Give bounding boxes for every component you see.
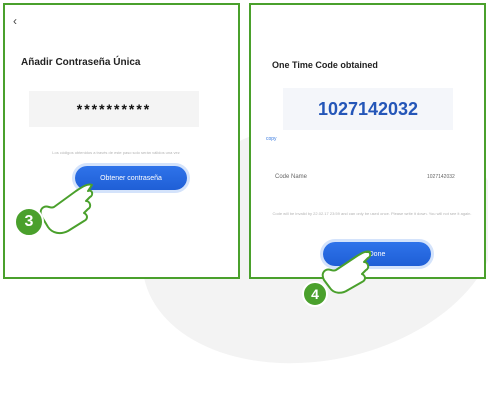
hint-text: Los códigos obtenidos a través de este p… xyxy=(52,150,180,155)
password-field: ********** xyxy=(29,91,199,127)
step-3-badge: 3 xyxy=(14,207,44,237)
page-title: Añadir Contraseña Única xyxy=(21,57,141,68)
add-password-panel: ‹ Añadir Contraseña Única ********** Los… xyxy=(3,3,240,279)
step-4-badge: 4 xyxy=(302,281,328,307)
copy-link[interactable]: copy xyxy=(266,136,277,142)
code-name-value: 1027142032 xyxy=(427,174,455,180)
back-chevron-icon[interactable]: ‹ xyxy=(13,14,17,28)
code-name-label: Code Name xyxy=(275,174,308,180)
validity-hint: Code will be invalid by 22.02.17 23:59 a… xyxy=(272,211,472,216)
code-obtained-panel: One Time Code obtained 1027142032 copy C… xyxy=(249,3,486,279)
page-title: One Time Code obtained xyxy=(272,60,378,70)
one-time-code: 1027142032 xyxy=(283,88,453,130)
